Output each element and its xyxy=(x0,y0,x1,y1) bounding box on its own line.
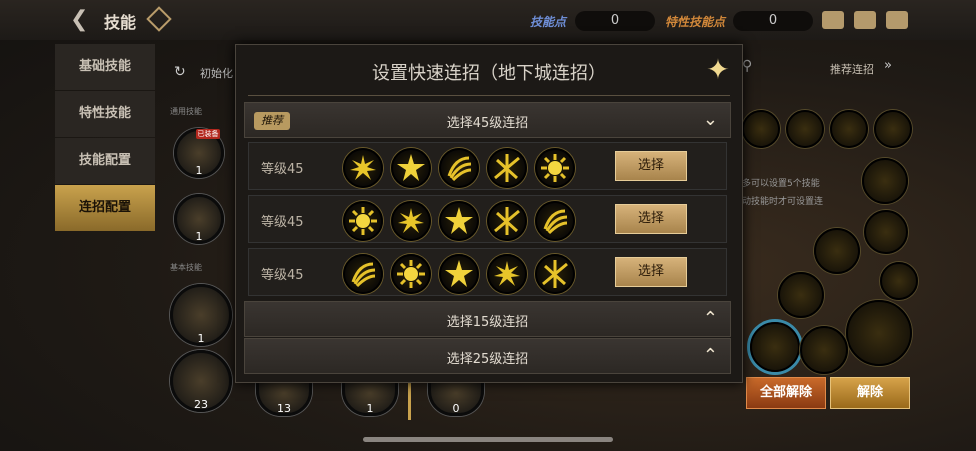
skill-star-icon xyxy=(391,148,431,188)
page-title: 技能 xyxy=(104,13,137,32)
section-label: 选择15级连招 xyxy=(446,315,529,330)
skill-star-icon xyxy=(439,254,479,294)
modal-title: 设置快速连招（地下城连招） xyxy=(372,63,606,84)
select-button[interactable]: 选择 xyxy=(615,204,687,234)
row-level: 等级45 xyxy=(261,162,304,177)
combo-row: 等级45 选择 xyxy=(248,142,727,190)
left-skill-panel: ↻ 初始化 通用技能 1 已装备 1 基本技能 1 23 xyxy=(160,44,240,424)
combo-description: 多可以设置5个技能 xyxy=(742,179,820,189)
reset-icon[interactable]: ↻ xyxy=(174,64,186,80)
skill-slot[interactable] xyxy=(778,272,824,318)
top-bar: ❮ 技能 技能点 0 特性技能点 0 xyxy=(0,0,976,40)
skill-slot-selected[interactable] xyxy=(750,322,800,372)
chevron-up-icon[interactable]: ⌃ xyxy=(703,345,718,366)
skill-slot[interactable] xyxy=(800,326,848,374)
reset-label[interactable]: 初始化 xyxy=(200,65,233,81)
combo-row: 等级45 选择 xyxy=(248,195,727,243)
clear-all-button[interactable]: 全部解除 xyxy=(746,377,826,409)
double-chevron-right-icon[interactable]: » xyxy=(884,58,892,73)
clear-button[interactable]: 解除 xyxy=(830,377,910,409)
skill-points-value: 0 xyxy=(575,11,655,31)
sidebar: 基础技能 特性技能 技能配置 连招配置 xyxy=(55,44,155,232)
divider xyxy=(408,380,411,420)
sidebar-item-trait-skills[interactable]: 特性技能 xyxy=(55,91,155,137)
mail-icon[interactable] xyxy=(854,11,876,29)
skill-slash-icon xyxy=(535,254,575,294)
back-arrow-icon[interactable]: ❮ xyxy=(70,8,96,32)
select-button[interactable]: 选择 xyxy=(615,151,687,181)
skill-slot[interactable] xyxy=(862,158,908,204)
chevron-up-icon[interactable]: ⌃ xyxy=(703,308,718,329)
skill-points-label: 技能点 xyxy=(530,15,567,29)
skill-explosion-icon xyxy=(343,201,383,241)
skill-burst-icon xyxy=(391,201,431,241)
skill-slot[interactable] xyxy=(880,262,918,300)
row-level: 等级45 xyxy=(261,215,304,230)
skill-slot[interactable] xyxy=(846,300,912,366)
chest-icon[interactable] xyxy=(822,11,844,29)
skill-claw-icon xyxy=(439,148,479,188)
quick-combo-modal: 设置快速连招（地下城连招） ✦ 推荐 选择45级连招 ⌄ 等级45 选择 等级4… xyxy=(235,44,743,383)
section-level-45[interactable]: 推荐 选择45级连招 ⌄ xyxy=(244,102,731,138)
chat-icon[interactable] xyxy=(886,11,908,29)
trait-points-value: 0 xyxy=(733,11,813,31)
home-indicator[interactable] xyxy=(363,437,613,442)
skill-claw-icon xyxy=(343,254,383,294)
equipped-badge: 已装备 xyxy=(196,129,220,139)
skill-slash-icon xyxy=(487,201,527,241)
skill-slash-icon xyxy=(487,148,527,188)
trait-points-label: 特性技能点 xyxy=(665,15,726,29)
combo-description: 动技能时才可设置连 xyxy=(742,197,824,207)
skill-slot[interactable]: 23 xyxy=(170,350,232,412)
title-divider xyxy=(248,95,730,96)
skill-slot[interactable]: 1 xyxy=(170,284,232,346)
skill-star-icon xyxy=(439,201,479,241)
search-icon[interactable]: ⚲ xyxy=(742,58,752,74)
combo-skill-slot[interactable] xyxy=(742,110,780,148)
sidebar-item-combo-config[interactable]: 连招配置 xyxy=(55,185,155,231)
skill-explosion-icon xyxy=(391,254,431,294)
skill-slot[interactable] xyxy=(814,228,860,274)
help-diamond-icon[interactable] xyxy=(146,6,172,32)
section-level-15[interactable]: 选择15级连招 ⌃ xyxy=(244,301,731,337)
skill-burst-icon xyxy=(487,254,527,294)
basic-skill-label: 基本技能 xyxy=(170,263,202,272)
chevron-down-icon[interactable]: ⌄ xyxy=(703,109,718,130)
skill-claw-icon xyxy=(535,201,575,241)
skill-slot[interactable] xyxy=(864,210,908,254)
skill-burst-icon xyxy=(343,148,383,188)
recommend-combo-label[interactable]: 推荐连招 xyxy=(830,61,874,77)
combo-skill-slot[interactable] xyxy=(874,110,912,148)
section-level-25[interactable]: 选择25级连招 ⌃ xyxy=(244,338,731,374)
select-button[interactable]: 选择 xyxy=(615,257,687,287)
close-icon[interactable]: ✦ xyxy=(703,55,733,85)
row-level: 等级45 xyxy=(261,268,304,283)
general-skill-label: 通用技能 xyxy=(170,107,202,116)
combo-skill-slot[interactable] xyxy=(786,110,824,148)
sidebar-item-skill-config[interactable]: 技能配置 xyxy=(55,138,155,184)
skill-slot[interactable]: 1 xyxy=(174,194,224,244)
combo-skill-slot[interactable] xyxy=(830,110,868,148)
sidebar-item-basic-skills[interactable]: 基础技能 xyxy=(55,44,155,90)
section-label: 选择45级连招 xyxy=(446,116,529,131)
combo-row: 等级45 选择 xyxy=(248,248,727,296)
section-label: 选择25级连招 xyxy=(446,352,529,367)
skill-explosion-icon xyxy=(535,148,575,188)
